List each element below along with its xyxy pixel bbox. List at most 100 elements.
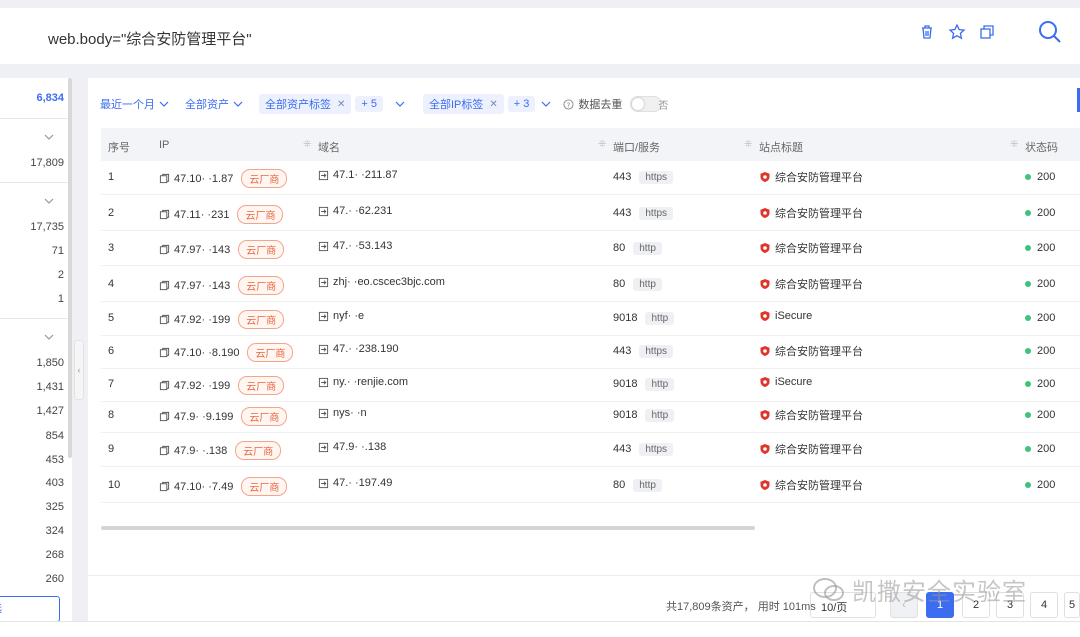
stat-count[interactable]: 260 (0, 573, 64, 585)
site-title[interactable]: 综合安防管理平台 (775, 407, 863, 423)
stat-count[interactable]: 1,427 (0, 405, 64, 417)
stat-count[interactable]: 17,809 (0, 157, 64, 169)
external-link-icon[interactable] (318, 241, 329, 252)
domain-link[interactable]: 47.· ·197.49 (333, 477, 392, 489)
copy-icon[interactable] (159, 411, 170, 422)
panel-scrollbar[interactable] (68, 78, 72, 458)
asset-tag-chip[interactable]: 全部资产标签 ✕ (259, 94, 352, 114)
column-resize-icon[interactable]: ⁜ (744, 139, 752, 150)
stat-count[interactable]: 1,850 (0, 357, 64, 369)
domain-link[interactable]: 47.· ·62.231 (333, 205, 392, 217)
ip-tag-more[interactable]: + 3 (507, 96, 536, 112)
stat-count[interactable]: 17,735 (0, 221, 64, 233)
ip-address[interactable]: 47.9· ·.138 (174, 445, 227, 457)
external-link-icon[interactable] (318, 442, 329, 453)
domain-link[interactable]: 47.· ·238.190 (333, 343, 398, 355)
external-link-icon[interactable] (318, 311, 329, 322)
column-resize-icon[interactable]: ⁜ (303, 139, 311, 150)
site-title[interactable]: 综合安防管理平台 (775, 276, 863, 292)
table-row[interactable]: 8 47.9· ·9.199 云厂商 nys· ·n 9018 http 综合安防… (101, 399, 1080, 433)
stat-count[interactable]: 453 (0, 454, 64, 466)
trash-icon[interactable] (918, 23, 936, 41)
copy-icon[interactable] (159, 347, 170, 358)
domain-link[interactable]: 47.9· ·.138 (333, 441, 386, 453)
copy-icon[interactable] (159, 314, 170, 325)
domain-link[interactable]: 47.· ·53.143 (333, 240, 392, 252)
stat-count[interactable]: 324 (0, 525, 64, 537)
ip-address[interactable]: 47.92· ·199 (174, 314, 230, 326)
ip-address[interactable]: 47.10· ·8.190 (174, 347, 239, 359)
horizontal-scrollbar[interactable] (101, 526, 755, 530)
external-link-icon[interactable] (318, 478, 329, 489)
search-query[interactable]: web.body="综合安防管理平台" (48, 28, 252, 49)
table-row[interactable]: 5 47.92· ·199 云厂商 nyf· ·e 9018 http iSecu… (101, 302, 1080, 336)
collapse-handle[interactable]: ‹ (74, 340, 84, 400)
site-title[interactable]: 综合安防管理平台 (775, 205, 863, 221)
copy-icon[interactable] (159, 173, 170, 184)
copy-icon[interactable] (978, 23, 996, 41)
ip-address[interactable]: 47.9· ·9.199 (174, 411, 233, 423)
copy-icon[interactable] (159, 209, 170, 220)
site-title[interactable]: 综合安防管理平台 (775, 477, 863, 493)
column-resize-icon[interactable]: ⁜ (598, 139, 606, 150)
external-link-icon[interactable] (318, 344, 329, 355)
page-button[interactable]: 5 (1064, 592, 1080, 618)
table-row[interactable]: 1 47.10· ·1.87 云厂商 47.1· ·211.87 443 http… (101, 161, 1080, 195)
table-row[interactable]: 6 47.10· ·8.190 云厂商 47.· ·238.190 443 htt… (101, 335, 1080, 369)
domain-link[interactable]: 47.1· ·211.87 (333, 169, 398, 181)
copy-icon[interactable] (159, 280, 170, 291)
table-row[interactable]: 2 47.11· ·231 云厂商 47.· ·62.231 443 https … (101, 197, 1080, 231)
table-row[interactable]: 4 47.97· ·143 云厂商 zhj· ·eo.cscec3bjc.com… (101, 268, 1080, 302)
search-icon[interactable] (1038, 20, 1062, 44)
chevron-down-icon[interactable] (541, 99, 551, 109)
site-title[interactable]: iSecure (775, 376, 812, 388)
ip-address[interactable]: 47.10· ·1.87 (174, 173, 233, 185)
help-icon[interactable]: ? (563, 98, 574, 110)
site-title[interactable]: 综合安防管理平台 (775, 240, 863, 256)
ip-tag-chip[interactable]: 全部IP标签 ✕ (423, 94, 504, 114)
close-icon[interactable]: ✕ (489, 99, 497, 110)
stat-count[interactable]: 1 (0, 293, 64, 305)
time-filter[interactable]: 最近一个月 (100, 96, 169, 112)
site-title[interactable]: 综合安防管理平台 (775, 343, 863, 359)
external-link-icon[interactable] (318, 170, 329, 181)
column-resize-icon[interactable]: ⁜ (1010, 139, 1018, 150)
external-link-icon[interactable] (318, 206, 329, 217)
site-title[interactable]: iSecure (775, 310, 812, 322)
asset-type-filter[interactable]: 全部资产 (185, 96, 243, 112)
stat-count[interactable]: 325 (0, 501, 64, 513)
chevron-down-icon[interactable] (44, 196, 54, 206)
table-row[interactable]: 9 47.9· ·.138 云厂商 47.9· ·.138 443 https 综… (101, 433, 1080, 467)
domain-link[interactable]: nyf· ·e (333, 310, 364, 322)
copy-icon[interactable] (159, 445, 170, 456)
ip-address[interactable]: 47.11· ·231 (174, 209, 229, 221)
table-row[interactable]: 7 47.92· ·199 云厂商 ny.· ·renjie.com 9018 h… (101, 368, 1080, 402)
table-row[interactable]: 3 47.97· ·143 云厂商 47.· ·53.143 80 http 综合… (101, 232, 1080, 266)
chevron-down-icon[interactable] (44, 332, 54, 342)
copy-icon[interactable] (159, 244, 170, 255)
stat-count[interactable]: 403 (0, 477, 64, 489)
domain-link[interactable]: zhj· ·eo.cscec3bjc.com (333, 276, 445, 288)
stat-count[interactable]: 2 (0, 269, 64, 281)
asset-tag-more[interactable]: + 5 (355, 96, 383, 112)
ip-address[interactable]: 47.97· ·143 (174, 280, 230, 292)
chevron-down-icon[interactable] (395, 99, 405, 109)
copy-icon[interactable] (159, 380, 170, 391)
external-link-icon[interactable] (318, 377, 329, 388)
ip-address[interactable]: 47.92· ·199 (174, 380, 230, 392)
site-title[interactable]: 综合安防管理平台 (775, 169, 863, 185)
site-title[interactable]: 综合安防管理平台 (775, 441, 863, 457)
stat-count[interactable]: 71 (0, 245, 64, 257)
table-row[interactable]: 10 47.10· ·7.49 云厂商 47.· ·197.49 80 http … (101, 469, 1080, 503)
stat-count[interactable]: 854 (0, 430, 64, 442)
stat-count[interactable]: 268 (0, 549, 64, 561)
ip-address[interactable]: 47.10· ·7.49 (174, 481, 233, 493)
chevron-down-icon[interactable] (44, 132, 54, 142)
stat-count[interactable]: 6,834 (0, 92, 64, 104)
domain-link[interactable]: nys· ·n (333, 407, 367, 419)
close-icon[interactable]: ✕ (337, 99, 345, 110)
stat-count[interactable]: 1,431 (0, 381, 64, 393)
external-link-icon[interactable] (318, 277, 329, 288)
filter-button[interactable]: 选 (0, 596, 60, 622)
domain-link[interactable]: ny.· ·renjie.com (333, 376, 408, 388)
